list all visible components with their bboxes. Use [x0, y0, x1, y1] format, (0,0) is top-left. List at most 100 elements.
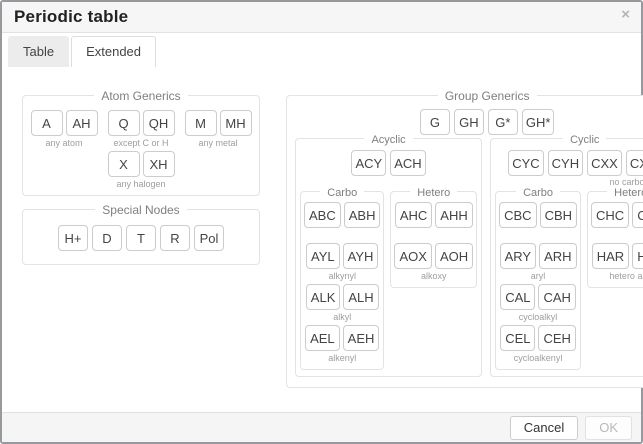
button-pair: AEL AEH	[305, 325, 379, 351]
button-ah[interactable]: AH	[66, 110, 98, 136]
button-q[interactable]: Q	[108, 110, 140, 136]
button-cah[interactable]: CAH	[538, 284, 575, 310]
button-qh[interactable]: QH	[143, 110, 175, 136]
row-caption: hetero aryl	[609, 271, 643, 282]
button-pair: AHC AHH	[395, 202, 473, 228]
button-abh[interactable]: ABH	[344, 202, 381, 228]
button-row: CAL CAH cycloalkyl	[499, 284, 577, 323]
button-g-star[interactable]: G*	[488, 109, 518, 135]
any-halogen-group: X XH any halogen	[108, 151, 175, 190]
button-pair: Q QH	[108, 110, 175, 136]
button-cal[interactable]: CAL	[500, 284, 535, 310]
tab-extended[interactable]: Extended	[71, 36, 156, 67]
ok-button[interactable]: OK	[585, 416, 632, 440]
special-nodes-row: H+ D T R Pol	[29, 225, 253, 251]
atom-generics-row-1: A AH any atom Q QH except C or H	[29, 110, 253, 149]
button-acy[interactable]: ACY	[351, 150, 386, 176]
cyclic-subpanels: Carbo CBC CBH ARY	[495, 191, 643, 370]
button-cxx[interactable]: CXX	[587, 150, 622, 176]
button-t[interactable]: T	[126, 225, 156, 251]
special-nodes-panel: Special Nodes H+ D T R Pol	[22, 209, 260, 265]
button-row: CHC CHH	[591, 202, 643, 241]
button-row: CEL CEH cycloalkenyl	[499, 325, 577, 364]
button-cyh[interactable]: CYH	[548, 150, 583, 176]
button-aoh[interactable]: AOH	[435, 243, 473, 269]
button-ahh[interactable]: AHH	[435, 202, 472, 228]
button-chc[interactable]: CHC	[591, 202, 629, 228]
button-row: ARY ARH aryl	[499, 243, 577, 282]
button-arh[interactable]: ARH	[539, 243, 576, 269]
button-a[interactable]: A	[31, 110, 63, 136]
button-pol[interactable]: Pol	[194, 225, 224, 251]
button-pair: A AH	[31, 110, 98, 136]
button-h-plus[interactable]: H+	[58, 225, 88, 251]
group-generics-panel: Group Generics G GH G* GH* Acyclic ACY A…	[286, 95, 643, 388]
button-alk[interactable]: ALK	[306, 284, 341, 310]
special-nodes-legend-text: Special Nodes	[95, 203, 186, 217]
left-column: Atom Generics A AH any atom Q QH	[22, 95, 260, 265]
cancel-button[interactable]: Cancel	[510, 416, 578, 440]
button-pair: AYL AYH	[306, 243, 378, 269]
button-abc[interactable]: ABC	[304, 202, 341, 228]
button-ayh[interactable]: AYH	[343, 243, 379, 269]
button-x[interactable]: X	[108, 151, 140, 177]
button-ahc[interactable]: AHC	[395, 202, 432, 228]
caption-spacer	[495, 177, 585, 189]
atom-generics-row-2: X XH any halogen	[29, 151, 253, 190]
cyclic-panel: Cyclic CYC CYH CXX CXH no carbon Carbo	[490, 138, 643, 377]
button-pair: ALK ALH	[306, 284, 379, 310]
button-row: ABC ABH	[304, 202, 380, 241]
button-pair: CHC CHH	[591, 202, 643, 228]
group-generics-top-row: G GH G* GH*	[295, 109, 643, 135]
button-pair: CBC CBH	[499, 202, 577, 228]
row-caption: cycloalkyl	[519, 312, 558, 323]
group-caption: any metal	[198, 138, 237, 149]
button-d[interactable]: D	[92, 225, 122, 251]
acyclic-caption-row	[300, 177, 477, 189]
button-ayl[interactable]: AYL	[306, 243, 340, 269]
button-cyc[interactable]: CYC	[508, 150, 543, 176]
cyclic-top-row: CYC CYH CXX CXH	[495, 150, 643, 176]
button-cbh[interactable]: CBH	[540, 202, 577, 228]
group-caption: any atom	[45, 138, 82, 149]
button-cel[interactable]: CEL	[500, 325, 535, 351]
button-ary[interactable]: ARY	[500, 243, 537, 269]
dialog-header: Periodic table ×	[2, 2, 641, 33]
row-caption: alkenyl	[328, 353, 356, 364]
group-generics-legend: Group Generics	[287, 89, 643, 103]
button-hah[interactable]: HAH	[632, 243, 643, 269]
button-pair: CEL CEH	[500, 325, 576, 351]
atom-generics-legend: Atom Generics	[23, 89, 259, 103]
button-ael[interactable]: AEL	[305, 325, 340, 351]
button-ceh[interactable]: CEH	[538, 325, 575, 351]
close-icon[interactable]: ×	[617, 5, 634, 24]
dialog-title: Periodic table	[14, 7, 128, 26]
button-gh[interactable]: GH	[454, 109, 484, 135]
row-caption: alkyl	[333, 312, 351, 323]
button-g[interactable]: G	[420, 109, 450, 135]
button-gh-star[interactable]: GH*	[522, 109, 555, 135]
button-pair: ARY ARH	[500, 243, 577, 269]
button-row: AHC AHH	[394, 202, 473, 241]
button-chh[interactable]: CHH	[632, 202, 643, 228]
no-carbon-caption: no carbon	[585, 177, 643, 189]
button-xh[interactable]: XH	[143, 151, 175, 177]
acyclic-panel: Acyclic ACY ACH Carbo ABC	[295, 138, 482, 377]
button-pair: CAL CAH	[500, 284, 576, 310]
button-aox[interactable]: AOX	[394, 243, 431, 269]
button-ach[interactable]: ACH	[390, 150, 425, 176]
button-m[interactable]: M	[185, 110, 217, 136]
periodic-table-dialog: Periodic table × Table Extended Atom Gen…	[0, 0, 643, 444]
cyclic-carbo-panel: Carbo CBC CBH ARY	[495, 191, 581, 370]
button-cxh[interactable]: CXH	[626, 150, 643, 176]
acyclic-caption	[300, 177, 477, 189]
button-mh[interactable]: MH	[220, 110, 252, 136]
button-har[interactable]: HAR	[592, 243, 629, 269]
cyclic-hetero-panel: Hetero CHC CHH HAR	[587, 191, 643, 288]
button-aeh[interactable]: AEH	[343, 325, 380, 351]
button-cbc[interactable]: CBC	[499, 202, 536, 228]
button-r[interactable]: R	[160, 225, 190, 251]
button-alh[interactable]: ALH	[343, 284, 378, 310]
tab-table[interactable]: Table	[8, 36, 69, 67]
button-pair: ABC ABH	[304, 202, 380, 228]
